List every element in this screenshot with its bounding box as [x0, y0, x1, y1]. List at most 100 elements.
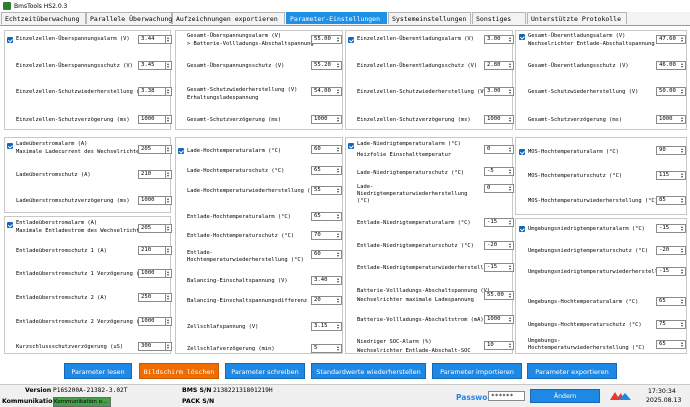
spinner[interactable] — [336, 87, 342, 96]
input-charge-ht-recover[interactable]: 55 — [311, 186, 339, 195]
spinner[interactable] — [680, 115, 686, 124]
tab-parallel[interactable]: Parallele Überwachung — [86, 12, 172, 24]
spinner[interactable] — [166, 293, 172, 302]
input-balance-voltage[interactable]: 3.40 — [311, 276, 339, 285]
spinner[interactable] — [336, 186, 342, 195]
input-charge-oc-alarm[interactable]: 205 — [138, 145, 166, 154]
input-sleep-delay[interactable]: 5 — [311, 344, 339, 353]
input-balance-diff[interactable]: 20 — [311, 296, 339, 305]
input-discharge-oc1-delay[interactable]: 1000 — [138, 269, 166, 278]
spinner[interactable] — [166, 342, 172, 351]
spinner[interactable] — [508, 184, 514, 193]
spinner[interactable] — [166, 61, 172, 70]
input-cell-ov-delay[interactable]: 1000 — [138, 115, 166, 124]
spinner[interactable] — [336, 276, 342, 285]
spinner[interactable] — [166, 115, 172, 124]
spinner[interactable] — [336, 344, 342, 353]
spinner[interactable] — [508, 291, 514, 300]
tab-misc[interactable]: Sonstiges — [472, 12, 526, 24]
spinner[interactable] — [336, 166, 342, 175]
spinner[interactable] — [680, 61, 686, 70]
input-discharge-oc2[interactable]: 250 — [138, 293, 166, 302]
input-sleep-voltage[interactable]: 3.15 — [311, 322, 339, 331]
input-total-ov-protect[interactable]: 55.20 — [311, 61, 339, 70]
spinner[interactable] — [508, 61, 514, 70]
spinner[interactable] — [680, 246, 686, 255]
input-discharge-oc1[interactable]: 210 — [138, 246, 166, 255]
tab-protocols[interactable]: Unterstützte Protokolle — [527, 12, 627, 24]
write-parameters-button[interactable]: Parameter schreiben — [225, 363, 305, 379]
tab-export-records[interactable]: Aufzeichnungen exportieren — [172, 12, 285, 24]
spinner[interactable] — [336, 61, 342, 70]
spinner[interactable] — [508, 87, 514, 96]
import-parameters-button[interactable]: Parameter importieren — [432, 363, 522, 379]
tab-system-settings[interactable]: Systemeinstellungen — [388, 12, 471, 24]
spinner[interactable] — [166, 224, 172, 233]
spinner[interactable] — [166, 269, 172, 278]
spinner[interactable] — [508, 341, 514, 350]
input-total-ov-delay[interactable]: 1000 — [311, 115, 339, 124]
spinner[interactable] — [336, 212, 342, 221]
input-charge-ht-alarm[interactable]: 60 — [311, 145, 339, 154]
input-cell-ov-protect[interactable]: 3.45 — [138, 61, 166, 70]
spinner[interactable] — [166, 317, 172, 326]
spinner[interactable] — [336, 250, 342, 259]
spinner[interactable] — [166, 246, 172, 255]
input-cell-ov-recover[interactable]: 3.38 — [138, 87, 166, 96]
checkbox-ambient[interactable] — [519, 226, 525, 232]
spinner[interactable] — [166, 87, 172, 96]
checkbox-charge-lt[interactable] — [348, 143, 354, 149]
spinner[interactable] — [166, 35, 172, 44]
spinner[interactable] — [336, 231, 342, 240]
tab-parameter-settings[interactable]: Parameter-Einstellungen — [286, 12, 387, 24]
spinner[interactable] — [680, 224, 686, 233]
input-cell-ov-alarm[interactable]: 3.44 — [138, 35, 166, 44]
spinner[interactable] — [680, 196, 686, 205]
password-input[interactable]: ****** — [488, 391, 525, 401]
spinner[interactable] — [508, 218, 514, 227]
input-discharge-oc2-delay[interactable]: 1000 — [138, 317, 166, 326]
spinner[interactable] — [680, 35, 686, 44]
input-charge-oc-protect[interactable]: 210 — [138, 170, 166, 179]
checkbox-charge-ht[interactable] — [178, 148, 184, 154]
spinner[interactable] — [508, 263, 514, 272]
input-charge-ht-protect[interactable]: 65 — [311, 166, 339, 175]
restore-defaults-button[interactable]: Standardwerte wiederherstellen — [311, 363, 426, 379]
spinner[interactable] — [508, 241, 514, 250]
checkbox-cell-ov[interactable] — [7, 37, 13, 43]
input-discharge-oc-alarm[interactable]: 205 — [138, 224, 166, 233]
export-parameters-button[interactable]: Parameter exportieren — [527, 363, 617, 379]
spinner[interactable] — [680, 146, 686, 155]
spinner[interactable] — [166, 196, 172, 205]
spinner[interactable] — [508, 35, 514, 44]
input-total-ov-recover[interactable]: 54.00 — [311, 87, 339, 96]
input-short-circuit-delay[interactable]: 300 — [138, 342, 166, 351]
spinner[interactable] — [508, 315, 514, 324]
tab-echtzeit[interactable]: Echtzeitüberwachung — [1, 12, 86, 24]
spinner[interactable] — [166, 170, 172, 179]
spinner[interactable] — [336, 115, 342, 124]
spinner[interactable] — [508, 145, 514, 154]
spinner[interactable] — [166, 145, 172, 154]
input-total-ov-alarm[interactable]: 55.00 — [311, 35, 339, 44]
spinner[interactable] — [680, 297, 686, 306]
spinner[interactable] — [508, 115, 514, 124]
read-parameters-button[interactable]: Parameter lesen — [64, 363, 132, 379]
input-discharge-ht-alarm[interactable]: 65 — [311, 212, 339, 221]
spinner[interactable] — [680, 267, 686, 276]
spinner[interactable] — [336, 35, 342, 44]
checkbox-mos-ht[interactable] — [519, 149, 525, 155]
checkbox-charge-oc[interactable] — [7, 143, 13, 149]
spinner[interactable] — [680, 320, 686, 329]
spinner[interactable] — [508, 167, 514, 176]
spinner[interactable] — [680, 87, 686, 96]
checkbox-total-uv[interactable] — [519, 34, 525, 40]
checkbox-cell-uv[interactable] — [348, 37, 354, 43]
input-discharge-ht-recover[interactable]: 60 — [311, 250, 339, 259]
spinner[interactable] — [336, 296, 342, 305]
spinner[interactable] — [336, 322, 342, 331]
spinner[interactable] — [680, 171, 686, 180]
checkbox-discharge-oc[interactable] — [7, 222, 13, 228]
spinner[interactable] — [680, 340, 686, 349]
spinner[interactable] — [336, 145, 342, 154]
